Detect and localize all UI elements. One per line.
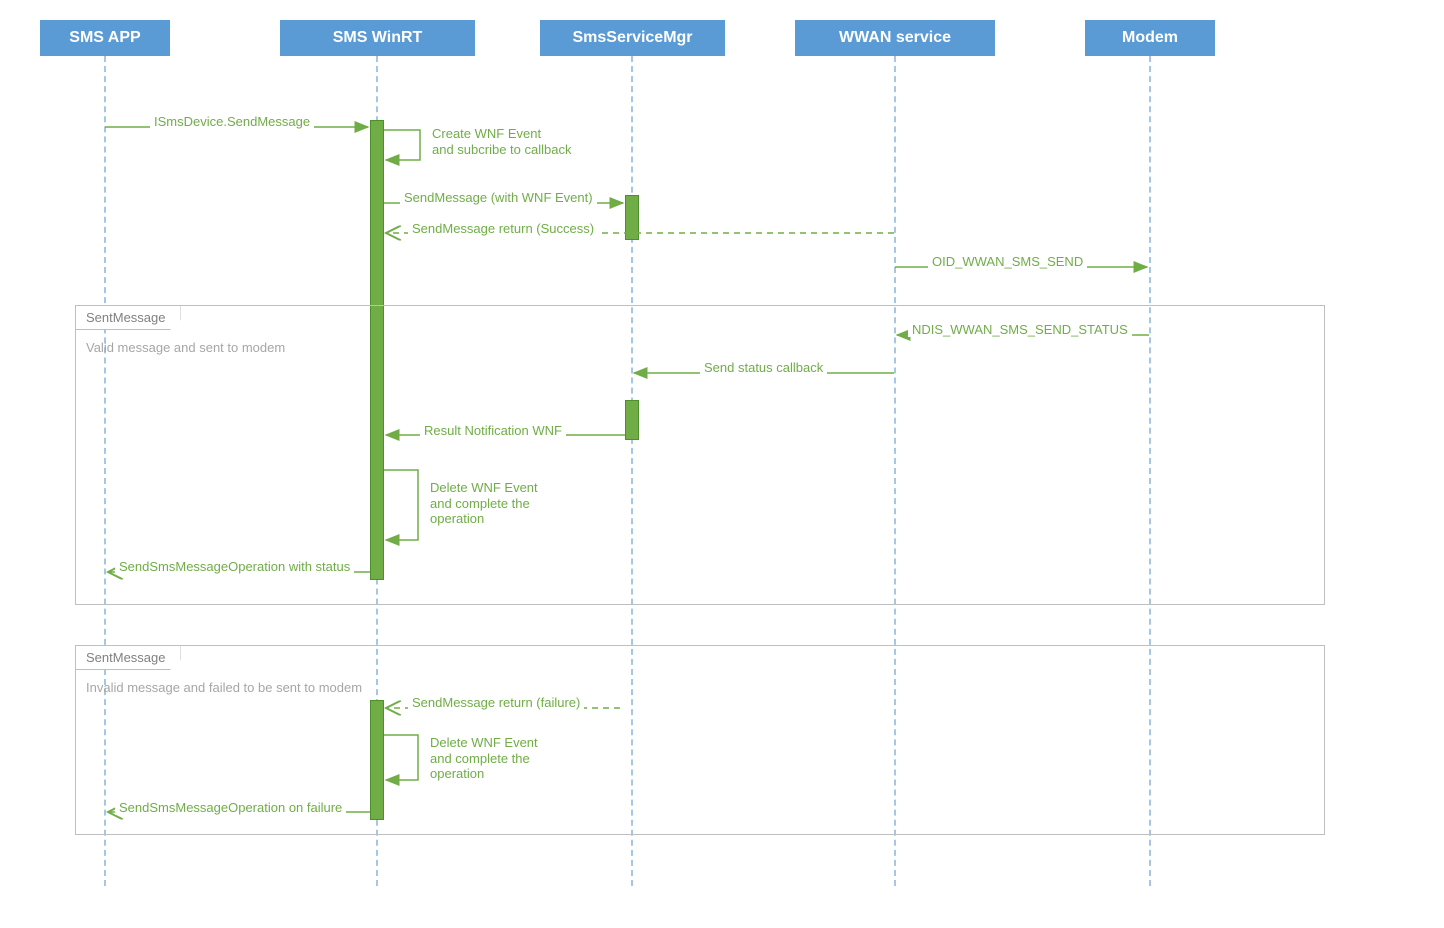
msg-ndis-status: NDIS_WWAN_SMS_SEND_STATUS <box>908 322 1132 337</box>
msg-delete-wnf-1: Delete WNF Eventand complete theoperatio… <box>426 480 574 527</box>
participant-sms-service-mgr: SmsServiceMgr <box>540 20 725 56</box>
frame-title-1: SentMessage <box>75 305 181 330</box>
participant-modem: Modem <box>1085 20 1215 56</box>
frame-desc-2: Invalid message and failed to be sent to… <box>86 680 362 695</box>
participant-sms-winrt: SMS WinRT <box>280 20 475 56</box>
participant-wwan-service: WWAN service <box>795 20 995 56</box>
msg-send-message: ISmsDevice.SendMessage <box>150 114 314 129</box>
msg-return-success: SendMessage return (Success) <box>408 221 598 236</box>
msg-status-callback: Send status callback <box>700 360 827 375</box>
msg-sendmessage-wnf: SendMessage (with WNF Event) <box>400 190 597 205</box>
participant-sms-app: SMS APP <box>40 20 170 56</box>
msg-delete-wnf-2: Delete WNF Eventand complete theoperatio… <box>426 735 574 782</box>
msg-result-wnf: Result Notification WNF <box>420 423 566 438</box>
frame-desc-1: Valid message and sent to modem <box>86 340 285 355</box>
msg-oid-send: OID_WWAN_SMS_SEND <box>928 254 1087 269</box>
msg-op-status: SendSmsMessageOperation with status <box>115 559 354 574</box>
msg-return-failure: SendMessage return (failure) <box>408 695 584 710</box>
msg-create-wnf: Create WNF Eventand subcribe to callback <box>428 126 606 157</box>
activation-smsservicemgr-1 <box>625 195 639 240</box>
frame-title-2: SentMessage <box>75 645 181 670</box>
msg-op-failure: SendSmsMessageOperation on failure <box>115 800 346 815</box>
